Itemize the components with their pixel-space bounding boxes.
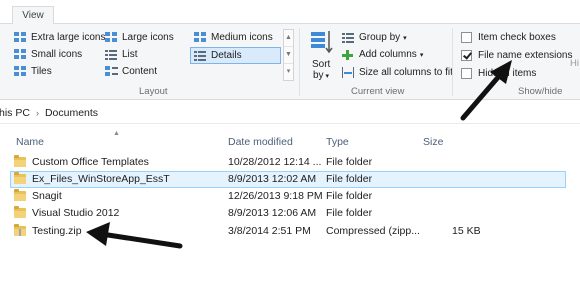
item-check-boxes-checkbox[interactable] [461, 32, 472, 43]
scroll-up-icon[interactable]: ▲ [284, 30, 293, 47]
sort-by-icon [311, 31, 333, 54]
file-row-testing-zip[interactable]: Testing.zip 3/8/2014 2:51 PM Compressed … [10, 223, 566, 240]
file-name-extensions-toggle[interactable]: File name extensions [461, 48, 573, 63]
ribbon-separator [452, 28, 453, 96]
group-by-icon [342, 32, 355, 43]
item-check-boxes-toggle[interactable]: Item check boxes [461, 30, 556, 45]
address-bar[interactable]: his PC › Documents [0, 103, 580, 124]
tiles-option[interactable]: Tiles [14, 64, 52, 79]
breadcrumb-documents[interactable]: Documents [45, 107, 98, 119]
ribbon-separator [299, 28, 300, 96]
column-header-size[interactable]: Size [423, 136, 443, 148]
file-row-visual-studio-2012[interactable]: Visual Studio 2012 8/9/2013 12:06 AM Fil… [10, 205, 566, 222]
column-header-name[interactable]: Name [16, 136, 44, 148]
layout-gallery-scroller[interactable]: ▲ ▼ ▾ [283, 29, 294, 81]
large-icons-option[interactable]: Large icons [105, 30, 174, 45]
file-row-ex-files-winstoreapp[interactable]: Ex_Files_WinStoreApp_EssT 8/9/2013 12:02… [10, 171, 566, 188]
file-row-custom-office-templates[interactable]: Custom Office Templates 10/28/2012 12:14… [10, 154, 566, 171]
column-header-type[interactable]: Type [326, 136, 349, 148]
layout-group-label: Layout [139, 86, 168, 97]
extra-large-icons-icon [14, 32, 27, 43]
scroll-down-icon[interactable]: ▼ [284, 47, 293, 64]
medium-icons-option[interactable]: Medium icons [194, 30, 273, 45]
sort-ascending-icon: ▲ [113, 130, 120, 137]
sort-by-button[interactable]: Sort by ▾ [306, 27, 336, 83]
folder-icon [14, 172, 26, 184]
list-icon [105, 49, 118, 60]
folder-icon [14, 189, 26, 201]
tiles-icon [14, 66, 27, 77]
tab-view[interactable]: View [12, 6, 54, 25]
overflow-group-label: Hi [570, 58, 579, 69]
size-columns-icon [342, 67, 355, 78]
ribbon: Extra large icons Large icons Medium ico… [0, 24, 580, 100]
folder-icon [14, 155, 26, 167]
small-icons-icon [14, 49, 27, 60]
show-hide-group-label: Show/hide [518, 86, 563, 97]
column-headers: ▲ Name Date modified Type Size [0, 130, 580, 152]
content-icon [105, 66, 118, 77]
file-name-extensions-checkbox[interactable] [461, 50, 472, 61]
hidden-items-checkbox[interactable] [461, 68, 472, 79]
folder-icon [14, 206, 26, 218]
sort-by-dropdown-icon: ▾ [323, 73, 330, 80]
file-row-snagit[interactable]: Snagit 12/26/2013 9:18 PM File folder [10, 188, 566, 205]
list-option[interactable]: List [105, 47, 138, 62]
current-view-group-label: Current view [351, 86, 405, 97]
breadcrumb-this-pc[interactable]: his PC [0, 107, 30, 119]
column-header-date-modified[interactable]: Date modified [228, 136, 293, 148]
hidden-items-toggle[interactable]: Hidden items [461, 66, 536, 81]
size-all-columns-button[interactable]: Size all columns to fit [342, 65, 453, 80]
group-by-button[interactable]: Group by ▾ [342, 30, 407, 45]
content-option[interactable]: Content [105, 64, 157, 79]
gallery-expand-icon[interactable]: ▾ [284, 64, 293, 81]
extra-large-icons-option[interactable]: Extra large icons [14, 30, 105, 45]
chevron-right-icon[interactable]: › [36, 108, 39, 118]
medium-icons-icon [194, 32, 207, 43]
add-columns-dropdown-icon: ▾ [419, 51, 424, 59]
details-icon [194, 50, 207, 61]
large-icons-icon [105, 32, 118, 43]
zip-folder-icon [14, 224, 26, 236]
details-option[interactable]: Details [194, 48, 242, 63]
small-icons-option[interactable]: Small icons [14, 47, 82, 62]
ribbon-tab-bar: View [0, 0, 580, 25]
add-columns-button[interactable]: Add columns ▾ [342, 47, 423, 62]
group-by-dropdown-icon: ▾ [403, 34, 407, 42]
add-columns-icon [342, 49, 355, 60]
